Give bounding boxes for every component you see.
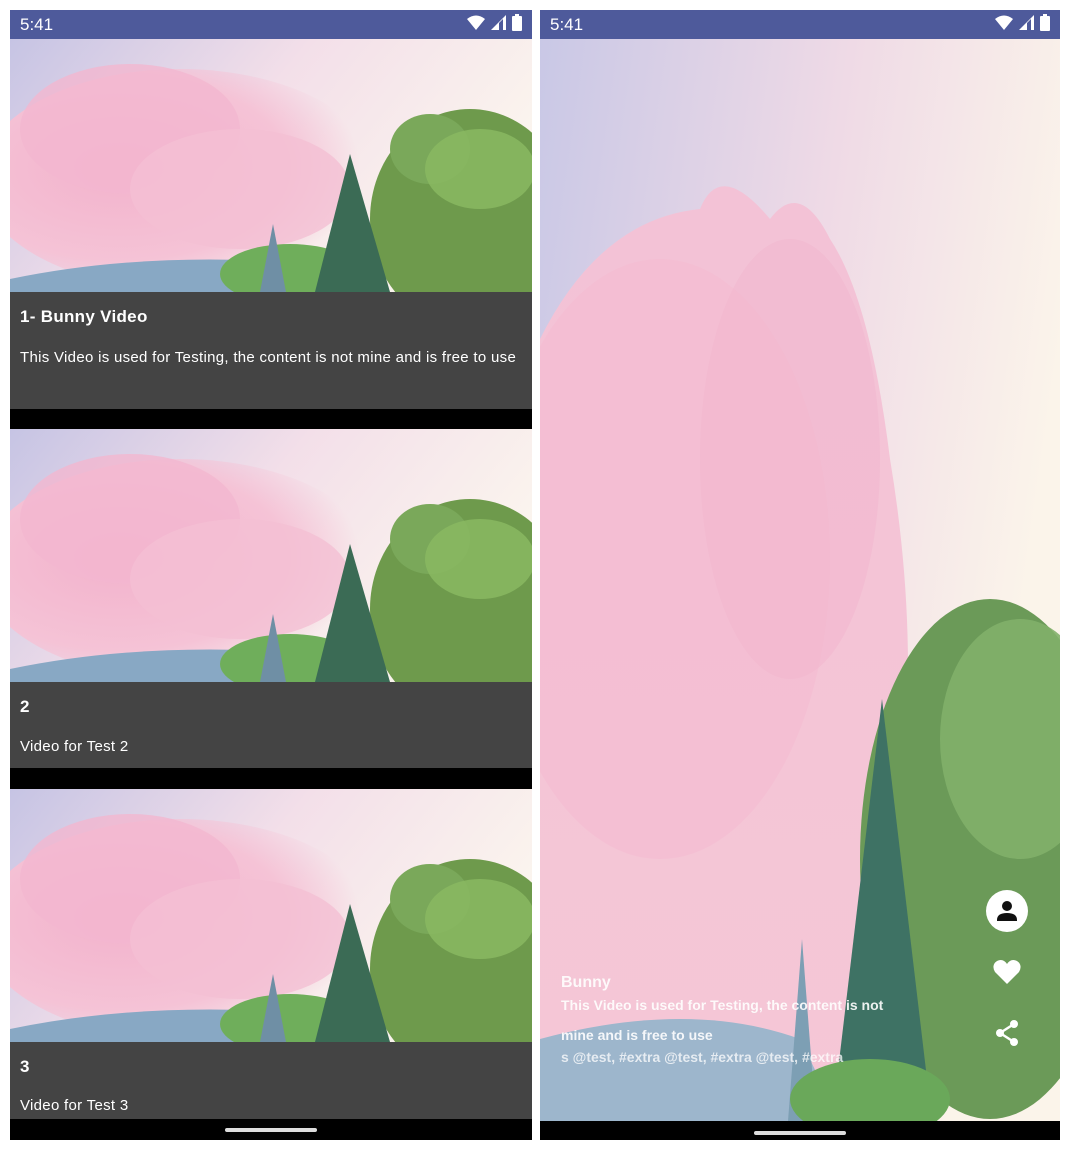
- video-list-item[interactable]: 2 Video for Test 2: [10, 429, 532, 768]
- video-title: 1- Bunny Video: [20, 307, 148, 326]
- player-description-line1: This Video is used for Testing, the cont…: [561, 997, 884, 1013]
- status-bar: 5:41: [540, 10, 1060, 39]
- video-info-panel: 2 Video for Test 2: [10, 682, 532, 768]
- player-description-line2: mine and is free to use: [561, 1027, 713, 1043]
- profile-button[interactable]: [984, 889, 1030, 938]
- video-info-panel: 1- Bunny Video This Video is used for Te…: [10, 292, 532, 409]
- wifi-icon: [467, 15, 485, 35]
- share-button[interactable]: [984, 1012, 1030, 1058]
- cell-signal-icon: [491, 14, 506, 35]
- cell-signal-icon: [1019, 14, 1034, 35]
- video-list-item[interactable]: 3 Video for Test 3: [10, 789, 532, 1119]
- profile-icon: [985, 889, 1029, 938]
- video-info-panel: 3 Video for Test 3: [10, 1042, 532, 1119]
- status-time: 5:41: [550, 14, 584, 34]
- share-icon: [994, 1019, 1020, 1052]
- home-gesture-handle[interactable]: [225, 1128, 317, 1132]
- feed-screen: 5:41 1- Bunny Video This Video is used f…: [10, 10, 532, 1140]
- navigation-bar: [540, 1121, 1060, 1140]
- heart-icon: [993, 959, 1021, 990]
- video-thumbnail[interactable]: [10, 789, 532, 1042]
- video-description: This Video is used for Testing, the cont…: [20, 349, 517, 366]
- video-title: 3: [20, 1057, 30, 1076]
- video-title: 2: [20, 697, 30, 716]
- video-description: Video for Test 3: [20, 1097, 129, 1114]
- battery-icon: [512, 13, 522, 36]
- wifi-icon: [995, 15, 1013, 35]
- like-button[interactable]: [984, 951, 1030, 997]
- video-thumbnail[interactable]: [10, 39, 532, 292]
- player-video-title: Bunny: [561, 974, 611, 991]
- battery-icon: [1040, 13, 1050, 36]
- video-thumbnail[interactable]: [10, 429, 532, 682]
- player-hashtags: s @test, #extra @test, #extra @test, #ex…: [561, 1049, 844, 1065]
- video-description: Video for Test 2: [20, 738, 129, 755]
- home-gesture-handle[interactable]: [754, 1131, 846, 1135]
- status-bar: 5:41: [10, 10, 532, 39]
- video-list-item[interactable]: 1- Bunny Video This Video is used for Te…: [10, 39, 532, 409]
- player-screen: 5:41 Bunny This Video is used for Testin…: [540, 10, 1060, 1140]
- video-player[interactable]: Bunny This Video is used for Testing, th…: [540, 39, 1060, 1121]
- status-time: 5:41: [20, 14, 54, 34]
- navigation-bar: [10, 1119, 532, 1140]
